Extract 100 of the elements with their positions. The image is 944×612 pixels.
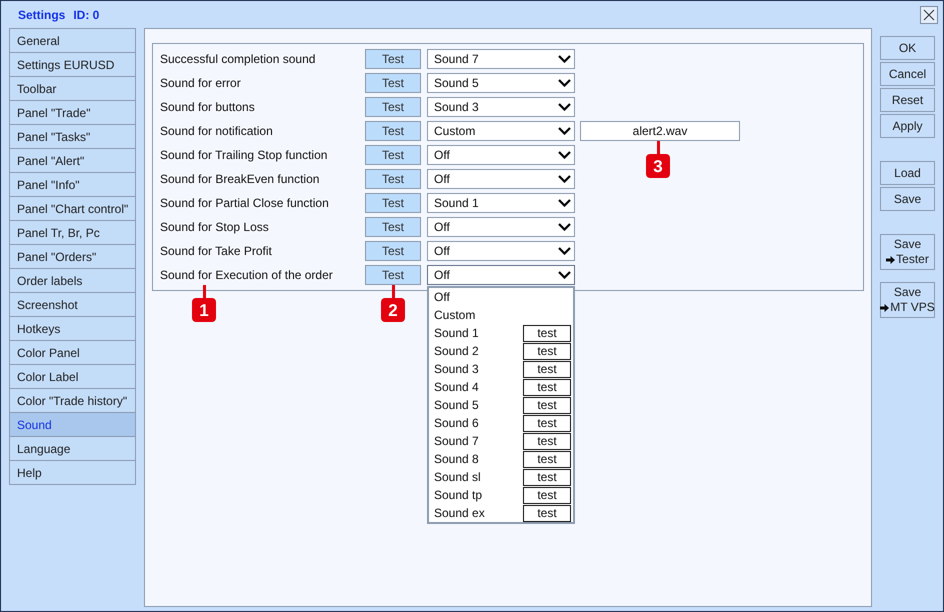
test-button[interactable]: Test [365,169,421,189]
window-title: Settings [18,6,66,24]
callout-badge: 1 [192,298,216,322]
side-button[interactable]: Save [880,187,935,211]
chevron-down-icon [558,223,571,231]
option-test-button[interactable]: test [523,504,571,522]
side-button[interactable]: Cancel [880,62,935,86]
option-test-button[interactable]: test [523,414,571,432]
dropdown-option[interactable]: Sound 7 [434,432,479,450]
close-button[interactable] [920,6,938,24]
sidebar-item[interactable]: Sound [9,412,136,437]
setting-label: Sound for buttons [160,99,255,116]
sound-select[interactable]: Off [427,145,575,165]
dropdown-option[interactable]: Sound 5 [434,396,479,414]
test-button[interactable]: Test [365,121,421,141]
side-button[interactable]: Apply [880,114,935,138]
option-test-button[interactable]: test [523,342,571,360]
setting-label: Sound for Trailing Stop function [160,147,328,164]
callout-badge: 3 [646,154,670,178]
sidebar-item[interactable]: Settings EURUSD [9,52,136,77]
sidebar-item[interactable]: General [9,28,136,53]
setting-label: Sound for Partial Close function [160,195,329,212]
dropdown-option[interactable]: Sound 1 [434,324,479,342]
dropdown-option[interactable]: Sound 8 [434,450,479,468]
chevron-down-icon [558,103,571,111]
sound-select[interactable]: Off [427,265,575,285]
side-button[interactable]: Save MT VPS [880,282,935,318]
id-label: ID: 0 [73,6,100,24]
sidebar-item[interactable]: Panel "Info" [9,172,136,197]
sound-select[interactable]: Sound 7 [427,49,575,69]
sidebar-item[interactable]: Panel "Trade" [9,100,136,125]
chevron-down-icon [558,271,571,279]
chevron-down-icon [558,247,571,255]
side-button[interactable]: Reset [880,88,935,112]
test-button[interactable]: Test [365,217,421,237]
sound-select[interactable]: Custom [427,121,575,141]
test-button[interactable]: Test [365,241,421,261]
chevron-down-icon [558,199,571,207]
sidebar-item[interactable]: Hotkeys [9,316,136,341]
test-button[interactable]: Test [365,73,421,93]
arrow-right-icon [886,256,896,264]
dropdown-option[interactable]: Custom [434,306,476,324]
chevron-down-icon [558,175,571,183]
option-test-button[interactable]: test [523,486,571,504]
test-button[interactable]: Test [365,97,421,117]
dropdown-option[interactable]: Sound 3 [434,360,479,378]
sidebar-item[interactable]: Panel "Orders" [9,244,136,269]
option-test-button[interactable]: test [523,378,571,396]
sidebar-item[interactable]: Panel "Alert" [9,148,136,173]
dropdown-option[interactable]: Off [434,288,450,306]
test-button[interactable]: Test [365,49,421,69]
sound-select[interactable]: Sound 5 [427,73,575,93]
file-name-field[interactable]: alert2.wav [580,121,740,141]
option-test-button[interactable]: test [523,432,571,450]
sidebar-item[interactable]: Color Label [9,364,136,389]
sound-select[interactable]: Off [427,169,575,189]
sidebar-item[interactable]: Color "Trade history" [9,388,136,413]
side-button[interactable]: Save Tester [880,234,935,270]
setting-label: Sound for notification [160,123,273,140]
dropdown-option[interactable]: Sound tp [434,486,482,504]
test-button[interactable]: Test [365,145,421,165]
dropdown-option[interactable]: Sound ex [434,504,485,522]
setting-label: Sound for Execution of the order [160,267,333,284]
dropdown-option[interactable]: Sound 2 [434,342,479,360]
side-button[interactable]: Load [880,161,935,185]
sound-select[interactable]: Sound 1 [427,193,575,213]
sidebar-item[interactable]: Panel Tr, Br, Pc [9,220,136,245]
close-icon [923,8,935,20]
option-test-button[interactable]: test [523,468,571,486]
setting-label: Sound for Take Profit [160,243,272,260]
option-test-button[interactable]: test [523,324,571,342]
sidebar-item[interactable]: Toolbar [9,76,136,101]
sidebar-item[interactable]: Language [9,436,136,461]
sound-select[interactable]: Off [427,217,575,237]
option-test-button[interactable]: test [523,360,571,378]
sidebar-item[interactable]: Panel "Chart control" [9,196,136,221]
chevron-down-icon [558,127,571,135]
dropdown-option[interactable]: Sound sl [434,468,481,486]
sound-select[interactable]: Sound 3 [427,97,575,117]
sidebar-item[interactable]: Color Panel [9,340,136,365]
dropdown-option[interactable]: Sound 6 [434,414,479,432]
option-test-button[interactable]: test [523,396,571,414]
sidebar-item[interactable]: Screenshot [9,292,136,317]
option-test-button[interactable]: test [523,450,571,468]
side-button[interactable]: OK [880,36,935,60]
sidebar-item[interactable]: Order labels [9,268,136,293]
sidebar-item[interactable]: Panel "Tasks" [9,124,136,149]
callout-badge: 2 [381,298,405,322]
setting-label: Sound for Stop Loss [160,219,269,236]
setting-label: Sound for BreakEven function [160,171,320,188]
sidebar-item[interactable]: Help [9,460,136,485]
test-button[interactable]: Test [365,265,421,285]
chevron-down-icon [558,79,571,87]
sound-select[interactable]: Off [427,241,575,261]
chevron-down-icon [558,55,571,63]
setting-label: Sound for error [160,75,241,92]
test-button[interactable]: Test [365,193,421,213]
setting-label: Successful completion sound [160,51,316,68]
dropdown-option[interactable]: Sound 4 [434,378,479,396]
chevron-down-icon [558,151,571,159]
